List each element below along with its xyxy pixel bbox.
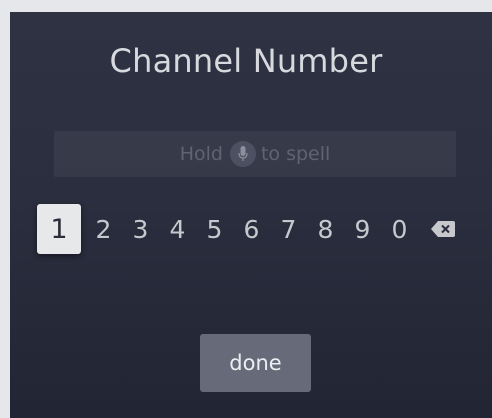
key-0[interactable]: 0 xyxy=(381,204,418,254)
key-1[interactable]: 1 xyxy=(37,204,81,254)
backspace-icon[interactable] xyxy=(420,204,466,254)
number-keypad: 1 2 3 4 5 6 7 8 9 0 xyxy=(37,204,466,254)
key-3[interactable]: 3 xyxy=(122,204,159,254)
key-9[interactable]: 9 xyxy=(344,204,381,254)
key-2[interactable]: 2 xyxy=(85,204,122,254)
microphone-icon xyxy=(229,141,256,167)
key-5[interactable]: 5 xyxy=(196,204,233,254)
channel-entry-field[interactable]: Hold to spell xyxy=(54,131,456,177)
key-6[interactable]: 6 xyxy=(233,204,270,254)
key-4[interactable]: 4 xyxy=(159,204,196,254)
channel-number-screen: Channel Number Hold to spell 1 2 3 4 5 6… xyxy=(10,12,492,418)
entry-hint-before: Hold xyxy=(179,143,223,165)
entry-hint-after: to spell xyxy=(260,143,331,165)
key-8[interactable]: 8 xyxy=(307,204,344,254)
key-7[interactable]: 7 xyxy=(270,204,307,254)
page-title: Channel Number xyxy=(109,42,383,80)
done-button[interactable]: done xyxy=(200,334,311,392)
